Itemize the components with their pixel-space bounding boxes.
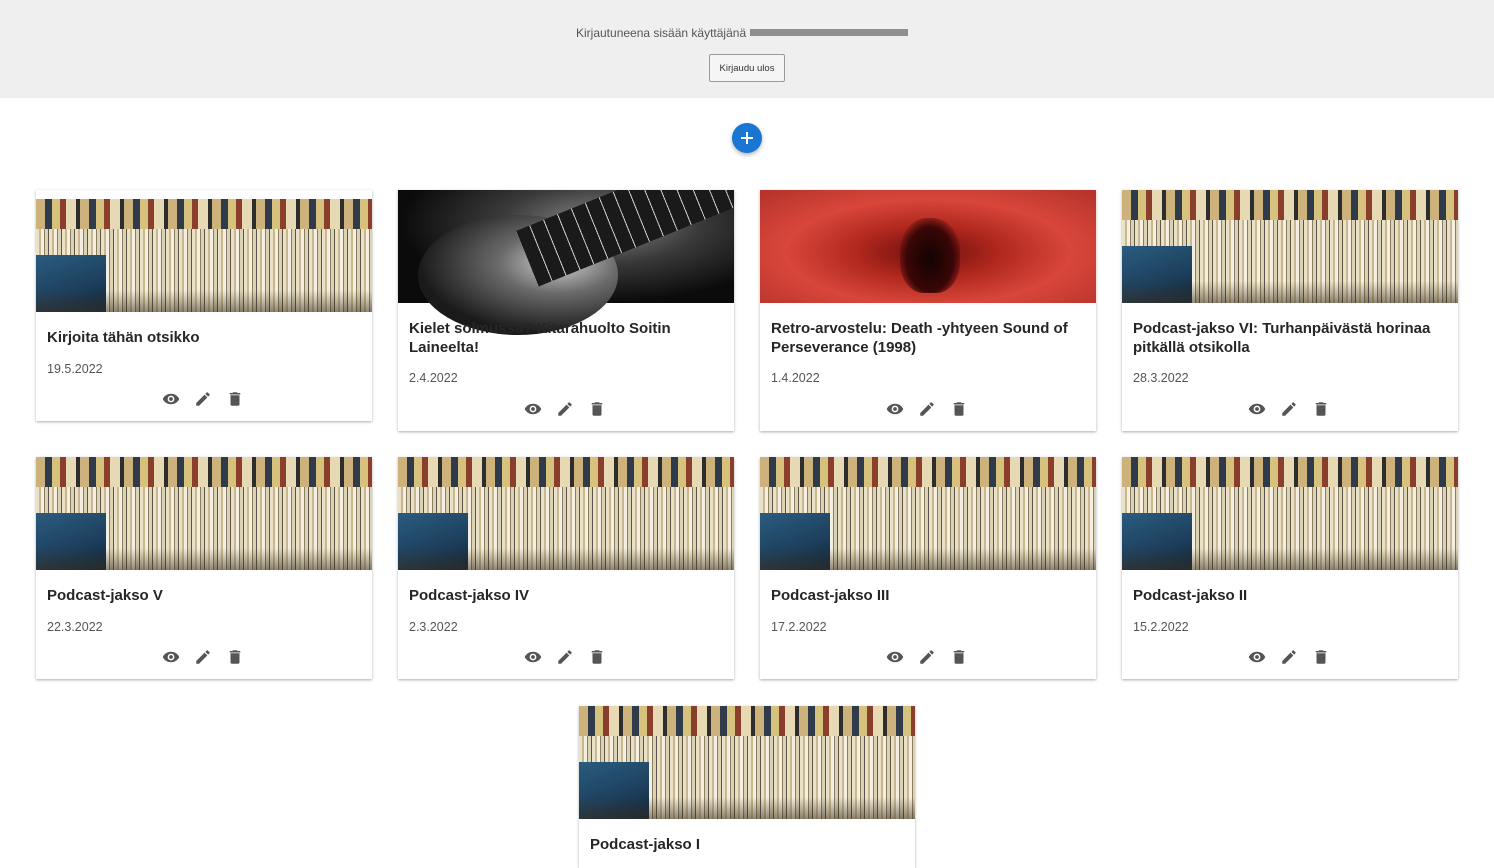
post-title: Podcast-jakso III	[771, 587, 890, 604]
trash-icon[interactable]	[588, 648, 606, 666]
pencil-icon[interactable]	[556, 648, 574, 666]
post-card: Podcast-jakso III 17.2.2022	[760, 457, 1096, 679]
post-image	[760, 190, 1096, 303]
plus-icon	[741, 132, 753, 144]
eye-icon[interactable]	[162, 390, 180, 408]
post-image	[398, 457, 734, 570]
post-title: Podcast-jakso VI: Turhanpäivästä horinaa…	[1133, 320, 1431, 356]
post-card: Kirjoita tähän otsikko 19.5.2022	[36, 190, 372, 421]
post-actions	[886, 648, 970, 666]
post-date: 1.4.2022	[771, 371, 820, 385]
post-date: 2.3.2022	[409, 620, 458, 634]
post-card: Podcast-jakso V 22.3.2022	[36, 457, 372, 679]
post-card: Podcast-jakso II 15.2.2022	[1122, 457, 1458, 679]
pencil-icon[interactable]	[918, 648, 936, 666]
post-card: Kielet solmussa? Kitarahuolto Soitin Lai…	[398, 190, 734, 431]
pencil-icon[interactable]	[1280, 648, 1298, 666]
post-actions	[162, 390, 246, 408]
trash-icon[interactable]	[1312, 400, 1330, 418]
add-post-button[interactable]	[732, 123, 762, 153]
logged-in-status: Kirjautuneena sisään käyttäjänä	[576, 26, 909, 40]
post-date: 15.2.2022	[1133, 620, 1189, 634]
post-image	[760, 457, 1096, 570]
pencil-icon[interactable]	[556, 400, 574, 418]
post-title: Kirjoita tähän otsikko	[47, 329, 200, 346]
post-date: 17.2.2022	[771, 620, 827, 634]
pencil-icon[interactable]	[1280, 400, 1298, 418]
post-image	[1122, 457, 1458, 570]
post-date: 19.5.2022	[47, 362, 103, 376]
eye-icon[interactable]	[162, 648, 180, 666]
post-actions	[162, 648, 246, 666]
eye-icon[interactable]	[886, 648, 904, 666]
post-actions	[524, 648, 608, 666]
post-date: 28.3.2022	[1133, 371, 1189, 385]
logout-button[interactable]: Kirjaudu ulos	[709, 54, 785, 82]
pencil-icon[interactable]	[194, 390, 212, 408]
post-image	[579, 706, 915, 819]
eye-icon[interactable]	[886, 400, 904, 418]
post-card: Retro-arvostelu: Death -yhtyeen Sound of…	[760, 190, 1096, 431]
trash-icon[interactable]	[226, 390, 244, 408]
post-title: Podcast-jakso IV	[409, 587, 530, 604]
eye-icon[interactable]	[1248, 648, 1266, 666]
trash-icon[interactable]	[226, 648, 244, 666]
post-title: Podcast-jakso I	[590, 836, 701, 853]
logged-in-label: Kirjautuneena sisään käyttäjänä	[576, 26, 747, 40]
post-image	[36, 457, 372, 570]
trash-icon[interactable]	[588, 400, 606, 418]
post-card: Podcast-jakso I	[579, 706, 915, 868]
post-title: Kielet solmussa? Kitarahuolto Soitin Lai…	[409, 320, 671, 356]
trash-icon[interactable]	[950, 400, 968, 418]
pencil-icon[interactable]	[918, 400, 936, 418]
pencil-icon[interactable]	[194, 648, 212, 666]
post-image	[398, 190, 734, 335]
post-actions	[1248, 400, 1332, 418]
post-title: Podcast-jakso II	[1133, 587, 1248, 604]
redacted-username	[750, 29, 909, 37]
post-date: 22.3.2022	[47, 620, 103, 634]
eye-icon[interactable]	[1248, 400, 1266, 418]
post-title: Retro-arvostelu: Death -yhtyeen Sound of…	[771, 320, 1068, 356]
post-image	[36, 199, 372, 312]
post-card: Podcast-jakso VI: Turhanpäivästä horinaa…	[1122, 190, 1458, 431]
post-image	[1122, 190, 1458, 303]
post-date: 2.4.2022	[409, 371, 458, 385]
post-title: Podcast-jakso V	[47, 587, 163, 604]
post-actions	[1248, 648, 1332, 666]
post-actions	[524, 400, 608, 418]
eye-icon[interactable]	[524, 648, 542, 666]
eye-icon[interactable]	[524, 400, 542, 418]
trash-icon[interactable]	[1312, 648, 1330, 666]
top-bar: Kirjautuneena sisään käyttäjänä Kirjaudu…	[0, 0, 1494, 98]
post-card: Podcast-jakso IV 2.3.2022	[398, 457, 734, 679]
post-actions	[886, 400, 970, 418]
trash-icon[interactable]	[950, 648, 968, 666]
